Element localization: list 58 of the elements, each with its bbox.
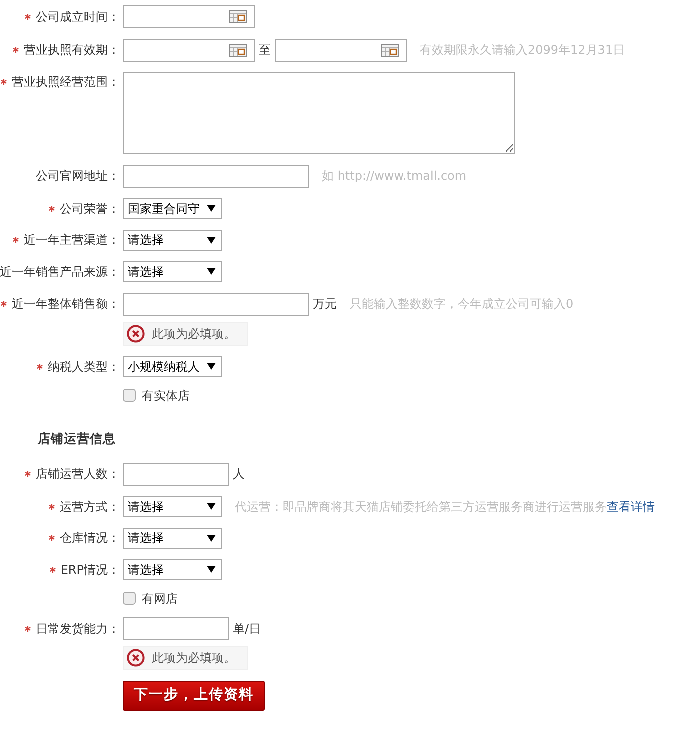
field-label: 公司官网地址： [36, 168, 120, 185]
field-label: 近一年主营渠道： [24, 232, 120, 249]
unit-label: 单/日 [233, 620, 262, 638]
field-label: 仓库情况： [60, 530, 120, 548]
error-icon [127, 649, 145, 668]
date-field[interactable] [123, 38, 255, 62]
section-heading: 店铺运营信息 [38, 430, 116, 448]
dropdown[interactable]: 小规模纳税人 [123, 356, 222, 377]
caret-icon [207, 268, 216, 275]
caret-icon [207, 205, 216, 212]
error-text: 此项为必填项。 [152, 650, 236, 668]
date-field[interactable] [123, 5, 255, 28]
unit-label: 人 [233, 466, 245, 484]
next-step-button[interactable]: 下一步，上传资料 [123, 680, 265, 711]
field-label: 营业执照有效期： [24, 42, 120, 59]
hint-text: 有效期限永久请输入2099年12月31日 [420, 42, 626, 59]
text-field[interactable] [123, 462, 229, 486]
caret-icon [207, 566, 216, 574]
text-field[interactable] [123, 292, 309, 316]
unit-label: 万元 [313, 296, 337, 313]
field-label: ERP情况： [60, 562, 120, 579]
calendar-icon [229, 10, 247, 23]
checkbox-label: 有实体店 [142, 388, 190, 404]
field-label: 公司荣誉： [60, 200, 120, 218]
field-label: 营业执照经营范围： [12, 74, 120, 91]
text-field[interactable] [123, 617, 229, 640]
dropdown[interactable]: 请选择 [123, 528, 222, 549]
dropdown[interactable]: 请选择 [123, 230, 222, 250]
hint-text: 代运营：即品牌商将其天猫店铺委托给第三方运营服务商进行运营服务查看详情 [235, 498, 655, 516]
calendar-icon [381, 44, 399, 56]
caret-icon [207, 236, 216, 244]
text-area[interactable] [123, 72, 515, 154]
dropdown[interactable]: 请选择 [123, 496, 222, 518]
field-label: 店铺运营人数： [36, 466, 120, 484]
checkbox[interactable] [123, 592, 136, 606]
caret-icon [207, 503, 216, 510]
text-field[interactable] [123, 164, 309, 188]
dropdown[interactable]: 请选择 [123, 559, 222, 580]
caret-icon [207, 534, 216, 542]
field-label: 近一年整体销售额： [12, 296, 120, 313]
caret-icon [207, 363, 216, 370]
calendar-icon [229, 44, 247, 56]
date-field[interactable] [275, 38, 407, 62]
field-label: 近一年销售产品来源： [0, 264, 120, 280]
dropdown[interactable]: 请选择 [123, 261, 222, 282]
checkbox-label: 有网店 [142, 590, 178, 608]
field-label: 纳税人类型： [48, 358, 120, 376]
error-icon [127, 324, 145, 342]
field-label: 运营方式： [60, 498, 120, 516]
checkbox[interactable] [123, 389, 136, 402]
range-separator: 至 [259, 42, 271, 59]
details-link[interactable]: 查看详情 [607, 500, 655, 514]
hint-text: 只能输入整数数字，今年成立公司可输入0 [350, 296, 574, 313]
dropdown[interactable]: 国家重合同守 [123, 198, 222, 219]
error-text: 此项为必填项。 [152, 326, 236, 342]
field-label: 日常发货能力： [36, 620, 120, 638]
hint-text: 如 http://www.tmall.com [322, 168, 467, 185]
field-label: 公司成立时间： [36, 8, 120, 26]
